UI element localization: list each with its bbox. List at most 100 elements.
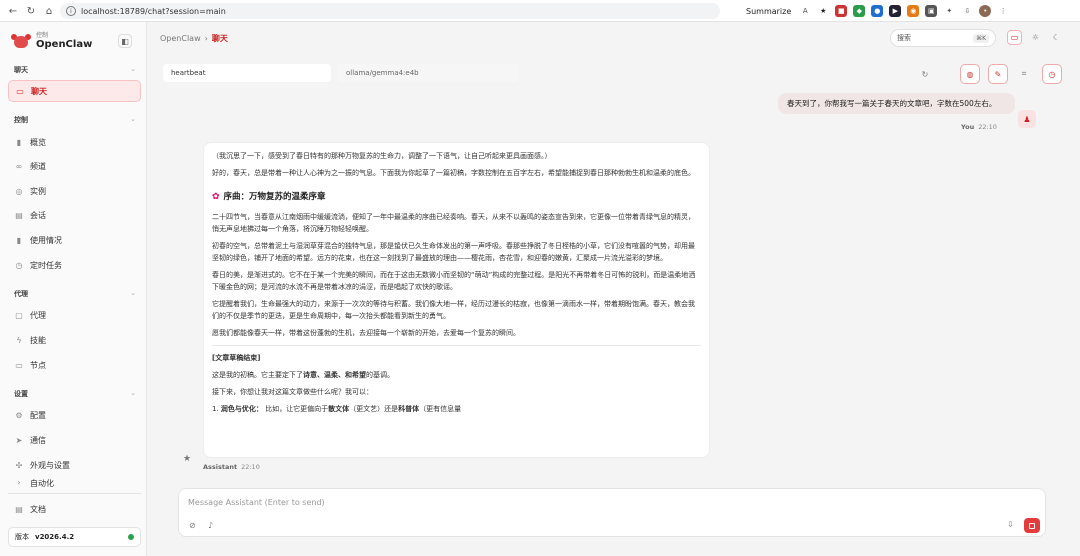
sidebar-item-automation[interactable]: › 自动化 bbox=[8, 478, 141, 488]
history-button[interactable]: ◷ bbox=[1042, 64, 1062, 84]
sidebar-item-nodes[interactable]: ▭ 节点 bbox=[8, 354, 141, 376]
download-icon[interactable]: ⇩ bbox=[961, 5, 973, 17]
user-sender: You bbox=[961, 123, 975, 131]
focus-button[interactable]: ⌗ bbox=[1014, 64, 1034, 84]
extension-icon[interactable]: ▣ bbox=[925, 5, 938, 17]
user-message-bubble: 春天到了，你帮我写一篇关于春天的文章吧，字数在500左右。 bbox=[778, 93, 1015, 114]
main-panel: OpenClaw › 聊天 搜索 ⌘K ▭ ☼ ☾ heartbeat ollama… bbox=[147, 22, 1080, 556]
brand-subtitle: 控制 bbox=[36, 32, 49, 39]
chat-icon: ▭ bbox=[16, 86, 24, 96]
bar-chart-icon: ▮ bbox=[16, 235, 22, 245]
assistant-paragraph: 初春的空气，总带着泥土与湿润草芽混合的独特气息，那是蛰伏已久生命体发出的第一声呼… bbox=[212, 242, 695, 262]
document-icon: ▤ bbox=[15, 210, 23, 220]
url-text: localhost:18789/chat?session=main bbox=[81, 6, 226, 16]
breadcrumb-root[interactable]: OpenClaw bbox=[160, 34, 201, 43]
mic-icon[interactable]: ♪ bbox=[208, 521, 213, 530]
assistant-paragraph: 它提醒着我们，生命最强大的动力，来源于一次次的等待与积蓄。我们像大地一样，经历过… bbox=[212, 300, 695, 320]
section-header-agents[interactable]: 代理 ⌄ bbox=[14, 289, 136, 299]
breadcrumb: OpenClaw › 聊天 bbox=[160, 34, 228, 43]
user-avatar-icon: ♟ bbox=[1018, 110, 1036, 128]
summarize-button[interactable]: Summarize bbox=[746, 7, 791, 16]
sidebar-item-chat[interactable]: ▭ 聊天 bbox=[8, 80, 141, 102]
lobster-logo-icon bbox=[11, 33, 31, 51]
sidebar-item-agents[interactable]: ▢ 代理 bbox=[8, 304, 141, 326]
reload-icon[interactable]: ↻ bbox=[22, 2, 40, 20]
sun-icon[interactable]: ☼ bbox=[1028, 30, 1043, 45]
sidebar-item-overview[interactable]: ▮ 概览 bbox=[8, 131, 141, 153]
attach-icon[interactable]: ⊘ bbox=[189, 521, 196, 530]
home-icon[interactable]: ⌂ bbox=[40, 2, 58, 20]
moon-icon[interactable]: ☾ bbox=[1049, 30, 1064, 45]
back-icon[interactable]: ← bbox=[4, 2, 22, 20]
section-header-control[interactable]: 控制 ⌄ bbox=[14, 115, 136, 125]
assistant-time: 22:10 bbox=[241, 463, 260, 471]
monitor-icon[interactable]: ▭ bbox=[1007, 30, 1022, 45]
extension-icon[interactable]: ■ bbox=[835, 5, 848, 17]
message-input[interactable]: Message Assistant (Enter to send) bbox=[188, 498, 325, 507]
assistant-message-meta: Assistant 22:10 bbox=[203, 463, 260, 471]
brain-button[interactable]: ◍ bbox=[960, 64, 980, 84]
chevron-down-icon: ⌄ bbox=[130, 65, 136, 73]
star-icon[interactable]: ★ bbox=[817, 5, 829, 17]
extension-icon[interactable]: ◉ bbox=[907, 5, 920, 17]
assistant-heading: ✿ 序曲：万物复苏的温柔序章 bbox=[212, 192, 326, 202]
automation-icon: › bbox=[17, 478, 21, 487]
assistant-list-item: 1. 润色与优化： 比如，让它更偏向于散文体（更文艺）还是科普体（更有信息量 bbox=[212, 405, 462, 413]
sidebar-item-skills[interactable]: ϟ 技能 bbox=[8, 329, 141, 351]
brand-name: OpenClaw bbox=[36, 39, 93, 50]
stop-button[interactable] bbox=[1024, 518, 1040, 533]
search-input[interactable]: 搜索 ⌘K bbox=[890, 29, 996, 47]
sidebar-item-docs[interactable]: ▤ 文档 bbox=[8, 498, 141, 520]
extension-icon[interactable]: ▶ bbox=[889, 5, 902, 17]
session-select[interactable]: heartbeat bbox=[163, 64, 331, 82]
sidebar-item-channels[interactable]: ∞ 频道 bbox=[8, 155, 141, 177]
shield-icon[interactable]: ◆ bbox=[853, 5, 866, 17]
sidebar-item-sessions[interactable]: ▤ 会话 bbox=[8, 204, 141, 226]
monitor-icon: ▭ bbox=[15, 360, 23, 370]
sidebar-item-communication[interactable]: ➤ 通信 bbox=[8, 429, 141, 451]
puzzle-icon[interactable]: ✦ bbox=[943, 5, 955, 17]
send-icon: ➤ bbox=[15, 435, 23, 445]
assistant-followup: 接下来，你想让我对这篇文章做些什么呢？我可以： bbox=[212, 388, 373, 396]
divider bbox=[212, 345, 701, 346]
chevron-down-icon: ⌄ bbox=[130, 289, 136, 297]
address-bar[interactable]: i localhost:18789/chat?session=main bbox=[60, 3, 720, 19]
model-select[interactable]: ollama/gemma4:e4b bbox=[338, 64, 518, 82]
assistant-avatar-icon: ★ bbox=[183, 454, 192, 464]
user-time: 22:10 bbox=[978, 123, 997, 131]
translate-icon[interactable]: A bbox=[799, 5, 811, 17]
divider bbox=[8, 493, 141, 494]
sidebar-item-cron[interactable]: ◷ 定时任务 bbox=[8, 254, 141, 276]
version-badge: 版本 v2026.4.2 bbox=[8, 527, 141, 547]
browser-toolbar: ← ↻ ⌂ i localhost:18789/chat?session=mai… bbox=[0, 0, 1080, 22]
sidebar-item-usage[interactable]: ▮ 使用情况 bbox=[8, 229, 141, 251]
collapse-sidebar-button[interactable]: ◧ bbox=[118, 34, 132, 48]
sidebar: 控制 OpenClaw ◧ 聊天 ⌄ ▭ 聊天 控制 ⌄ ▮ 概览 ∞ 频道 ◎ 实… bbox=[0, 22, 147, 556]
sidebar-item-config[interactable]: ⚙ 配置 bbox=[8, 404, 141, 426]
sidebar-item-instances[interactable]: ◎ 实例 bbox=[8, 180, 141, 202]
message-composer[interactable]: Message Assistant (Enter to send) ⊘ ♪ ⇩ bbox=[178, 488, 1046, 537]
gear-icon: ⚙ bbox=[15, 410, 23, 420]
folder-icon: ▢ bbox=[15, 310, 23, 320]
refresh-button[interactable]: ↻ bbox=[915, 64, 935, 84]
zap-icon: ϟ bbox=[16, 335, 22, 345]
chevron-down-icon: ⌄ bbox=[130, 389, 136, 397]
site-info-icon[interactable]: i bbox=[66, 6, 76, 16]
avatar[interactable]: • bbox=[979, 5, 992, 17]
extension-icon[interactable]: ● bbox=[871, 5, 884, 17]
download-icon[interactable]: ⇩ bbox=[1007, 520, 1014, 529]
draft-end-label: [文章草稿结束] bbox=[212, 354, 261, 362]
bar-chart-icon: ▮ bbox=[16, 137, 22, 147]
search-shortcut: ⌘K bbox=[973, 33, 989, 43]
assistant-paragraph: 愿我们都能像春天一样，带着这份蓬勃的生机，去迎接每一个崭新的开始，去爱每一个复苏… bbox=[212, 329, 520, 337]
menu-icon[interactable]: ⋮ bbox=[997, 5, 1009, 17]
assistant-paragraph: 春日的美，是渐进式的。它不在于某一个完美的瞬间，而在于这由无数微小而坚韧的“萌动… bbox=[212, 271, 696, 291]
section-header-settings[interactable]: 设置 ⌄ bbox=[14, 389, 136, 399]
sidebar-item-appearance[interactable]: ✣ 外观与设置 bbox=[8, 454, 141, 476]
chevron-down-icon: ⌄ bbox=[130, 115, 136, 123]
tools-button[interactable]: ✎ bbox=[988, 64, 1008, 84]
user-message-meta: You 22:10 bbox=[961, 123, 997, 131]
section-header-chat[interactable]: 聊天 ⌄ bbox=[14, 65, 136, 75]
document-icon: ▤ bbox=[15, 504, 23, 514]
status-dot bbox=[128, 534, 134, 540]
